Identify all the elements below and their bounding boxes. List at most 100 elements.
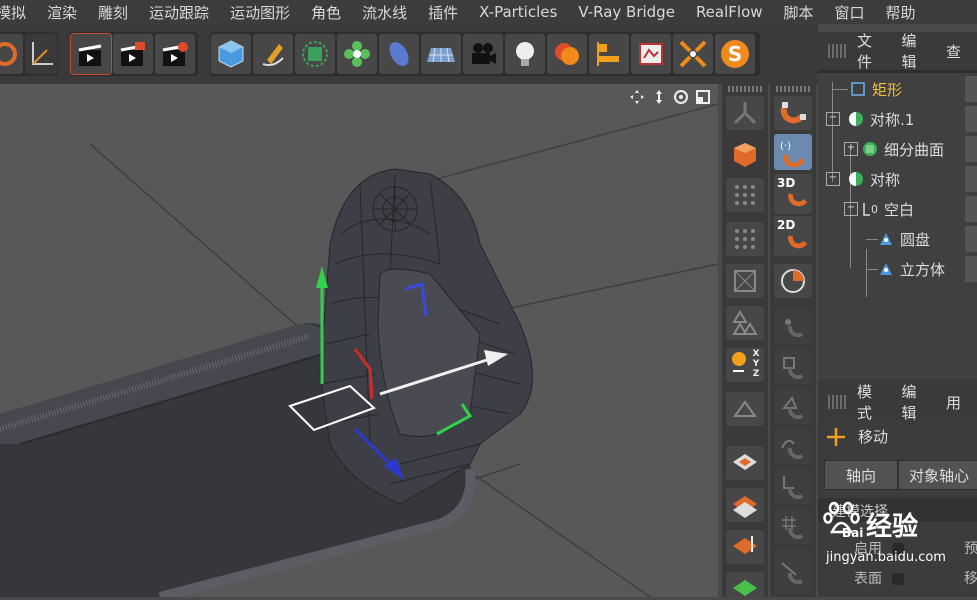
magnet-3d-icon — [788, 193, 808, 207]
gizmo-y-arrow[interactable] — [316, 266, 328, 288]
om-menu-view[interactable]: 查 — [946, 41, 961, 62]
menu-mograph[interactable]: 运动图形 — [219, 2, 300, 23]
object-row-disc[interactable]: 圆盘 — [818, 224, 977, 254]
material-button[interactable] — [547, 34, 587, 74]
model-mode-button[interactable] — [726, 96, 764, 130]
menu-sculpt[interactable]: 雕刻 — [87, 2, 138, 23]
symmetry-icon — [848, 111, 864, 127]
snap-vertex-button[interactable] — [774, 310, 812, 344]
snap-3d-button[interactable]: 3D — [774, 174, 812, 214]
om-menu-edit[interactable]: 编辑 — [901, 30, 930, 72]
points-mode-button[interactable] — [726, 178, 764, 212]
snap-enable-button[interactable] — [726, 446, 764, 480]
snap-polygon-button[interactable] — [774, 390, 812, 424]
menu-motion-tracking[interactable]: 运动跟踪 — [138, 2, 219, 23]
menu-pipeline[interactable]: 流水线 — [351, 2, 417, 23]
snap-tile-button[interactable] — [726, 488, 764, 522]
particles-button[interactable] — [673, 34, 713, 74]
am-menu-edit[interactable]: 编辑 — [901, 381, 930, 423]
uv-mode-button[interactable] — [726, 306, 764, 340]
am-menu-mode[interactable]: 模式 — [857, 381, 886, 423]
maximize-view-icon[interactable] — [694, 88, 712, 106]
subdivision-button[interactable] — [295, 34, 335, 74]
render-settings-button[interactable] — [155, 34, 195, 74]
world-coords-button[interactable] — [0, 34, 23, 74]
snap-toolbar: (·) 3D 2D — [770, 84, 816, 597]
am-menu-user[interactable]: 用 — [946, 392, 961, 413]
column-grip — [728, 86, 762, 92]
auto-snap-button[interactable]: (·) — [774, 134, 812, 170]
menu-simulate[interactable]: 模拟 — [0, 2, 36, 23]
polygons-mode-button[interactable] — [726, 264, 764, 298]
zoom-view-icon[interactable] — [650, 88, 668, 106]
viewport-scene[interactable] — [0, 84, 718, 597]
object-name: 对称 — [870, 170, 901, 189]
object-tag-strip — [965, 106, 977, 132]
quantize-button[interactable] — [774, 264, 812, 298]
snap-guide-button[interactable] — [774, 550, 812, 594]
burst-icon — [679, 40, 707, 68]
snap-grid-button[interactable] — [774, 510, 812, 544]
clapper-icon — [78, 44, 102, 66]
object-row-rectangle[interactable]: 矩形 — [818, 74, 977, 104]
snap-2d-button[interactable]: 2D — [774, 216, 812, 256]
snap-flag-button[interactable] — [726, 530, 764, 564]
tree-line — [866, 269, 878, 270]
object-row-symmetry[interactable]: − 对称 — [818, 164, 977, 194]
script-button[interactable] — [631, 34, 671, 74]
align-button[interactable] — [589, 34, 629, 74]
om-menu-file[interactable]: 文件 — [857, 30, 886, 72]
menu-script[interactable]: 脚本 — [773, 2, 824, 23]
object-mode-button[interactable] — [726, 138, 764, 172]
axis-lock-button[interactable]: XYZ — [726, 348, 764, 382]
snap-axis-button[interactable] — [774, 470, 812, 504]
menu-character[interactable]: 角色 — [300, 2, 351, 23]
object-row-cube[interactable]: 立方体 — [818, 254, 977, 284]
floor-button[interactable] — [421, 34, 461, 74]
tab-object-axis[interactable]: 对象轴心 — [898, 460, 977, 490]
pen-button[interactable] — [253, 34, 293, 74]
snap-magnet-button[interactable] — [774, 96, 812, 130]
collapse-toggle-icon[interactable]: − — [826, 172, 840, 186]
collapse-toggle-icon[interactable]: − — [844, 202, 858, 216]
edges-mode-button[interactable] — [726, 222, 764, 256]
snap-edge-button[interactable] — [774, 350, 812, 384]
cube-button[interactable] — [211, 34, 251, 74]
cloner-button[interactable] — [337, 34, 377, 74]
snap-spline-button[interactable] — [774, 430, 812, 464]
light-button[interactable] — [505, 34, 545, 74]
bend-icon — [389, 42, 409, 66]
move-view-icon[interactable] — [628, 88, 646, 106]
rectangle-spline-icon — [850, 81, 866, 97]
watermark-brand-text: 经验 — [866, 512, 919, 542]
attributes-menubar: 模式 编辑 用 — [818, 381, 977, 423]
menu-plugins[interactable]: 插件 — [417, 2, 468, 23]
object-row-subdivision-surface[interactable]: + 细分曲面 — [818, 134, 977, 164]
menu-render[interactable]: 渲染 — [36, 2, 87, 23]
object-row-null[interactable]: − 0 空白 — [818, 194, 977, 224]
object-row-symmetry-1[interactable]: − 对称.1 — [818, 104, 977, 134]
axis-button[interactable] — [25, 34, 57, 74]
snap-vertex-icon — [785, 319, 804, 338]
menu-window[interactable]: 窗口 — [824, 2, 875, 23]
workplane-button[interactable] — [726, 392, 764, 426]
toolbar: S — [0, 24, 818, 84]
menu-x-particles[interactable]: X-Particles — [468, 3, 567, 21]
snap-green-button[interactable] — [726, 572, 764, 597]
menu-realflow[interactable]: RealFlow — [685, 3, 773, 21]
menu-help[interactable]: 帮助 — [875, 2, 926, 23]
camera-button[interactable] — [463, 34, 503, 74]
xyz-labels: XYZ — [752, 349, 760, 379]
menu-vray-bridge[interactable]: V-Ray Bridge — [567, 3, 685, 21]
panel-grip — [828, 395, 847, 409]
collapse-toggle-icon[interactable]: − — [826, 112, 840, 126]
tab-axis[interactable]: 轴向 — [824, 460, 898, 490]
render-view-button[interactable] — [70, 33, 112, 75]
plugin-s-button[interactable]: S — [715, 34, 755, 74]
snap-guide-icon — [781, 562, 804, 585]
expand-toggle-icon[interactable]: + — [844, 142, 858, 156]
render-picture-viewer-button[interactable] — [113, 34, 153, 74]
viewport[interactable] — [0, 84, 718, 597]
deformer-button[interactable] — [379, 34, 419, 74]
rotate-view-icon[interactable] — [672, 88, 690, 106]
